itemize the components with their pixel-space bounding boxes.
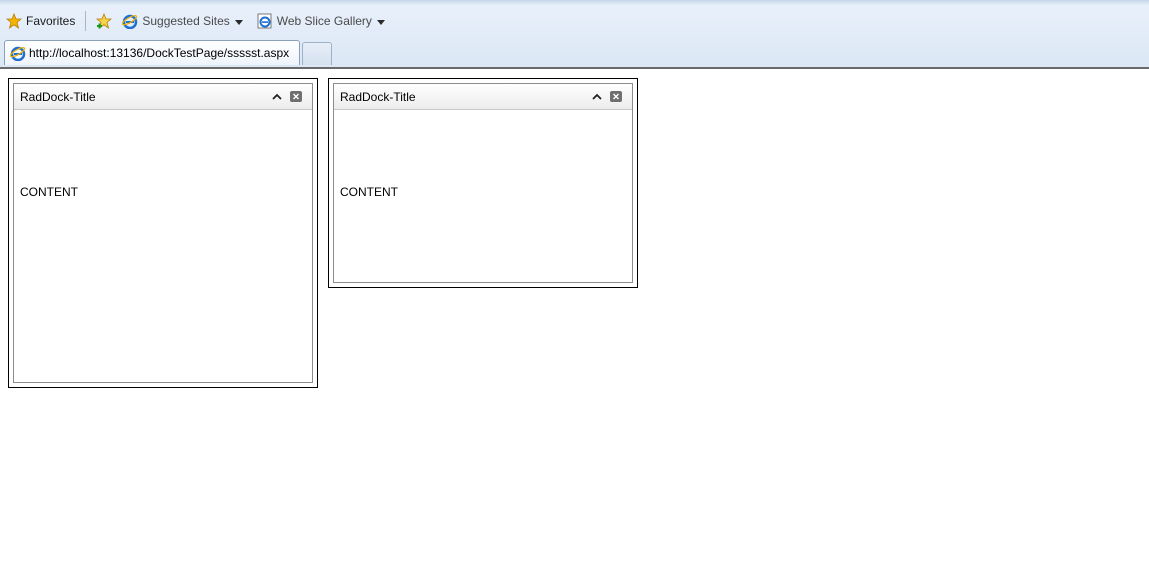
raddock-zone-1: RadDock-Title CONTENT — [8, 78, 318, 388]
chevron-down-icon — [234, 19, 243, 25]
tab-bar: http://localhost:13136/DockTestPage/ssss… — [0, 38, 1149, 67]
browser-chrome: Favorites Suggested Sites Web Slice Gall… — [0, 0, 1149, 69]
suggested-sites-label: Suggested Sites — [142, 14, 230, 28]
raddock-content: CONTENT — [340, 185, 398, 199]
new-tab-button[interactable] — [302, 42, 332, 65]
favorites-separator — [85, 11, 87, 31]
web-slice-icon — [257, 13, 273, 29]
favorites-button[interactable]: Favorites — [2, 10, 79, 32]
close-button[interactable] — [290, 91, 302, 102]
chevron-up-icon — [272, 93, 282, 100]
close-icon — [613, 93, 619, 100]
tab-active-page[interactable]: http://localhost:13136/DockTestPage/ssss… — [4, 40, 300, 65]
close-button[interactable] — [610, 91, 622, 102]
raddock-titlebar[interactable]: RadDock-Title — [334, 84, 632, 110]
chevron-down-icon — [376, 19, 385, 25]
collapse-button[interactable] — [270, 90, 284, 104]
title-bar-strip — [0, 0, 1149, 5]
chevron-up-icon — [592, 93, 602, 100]
star-icon — [5, 12, 23, 29]
tab-url-label: http://localhost:13136/DockTestPage/ssss… — [29, 46, 290, 60]
raddock-1: RadDock-Title CONTENT — [13, 83, 313, 383]
web-slice-gallery-label: Web Slice Gallery — [276, 14, 372, 28]
raddock-title: RadDock-Title — [20, 89, 96, 104]
page-content: RadDock-Title CONTENT RadDock-Title CONT… — [0, 69, 1149, 574]
add-to-favorites-bar-button[interactable] — [92, 10, 116, 32]
collapse-button[interactable] — [590, 90, 604, 104]
suggested-sites-button[interactable]: Suggested Sites — [118, 10, 246, 32]
raddock-zone-2: RadDock-Title CONTENT — [328, 78, 638, 288]
raddock-titlebar[interactable]: RadDock-Title — [14, 84, 312, 110]
close-icon — [293, 93, 299, 100]
raddock-title: RadDock-Title — [340, 89, 416, 104]
add-to-favorites-icon — [96, 12, 113, 29]
favorites-bar: Favorites Suggested Sites Web Slice Gall… — [0, 8, 1149, 34]
raddock-2: RadDock-Title CONTENT — [333, 83, 633, 283]
web-slice-gallery-button[interactable]: Web Slice Gallery — [253, 10, 389, 32]
internet-explorer-icon — [122, 13, 138, 30]
internet-explorer-icon — [9, 45, 26, 62]
favorites-label: Favorites — [26, 14, 76, 28]
raddock-content: CONTENT — [20, 185, 78, 199]
